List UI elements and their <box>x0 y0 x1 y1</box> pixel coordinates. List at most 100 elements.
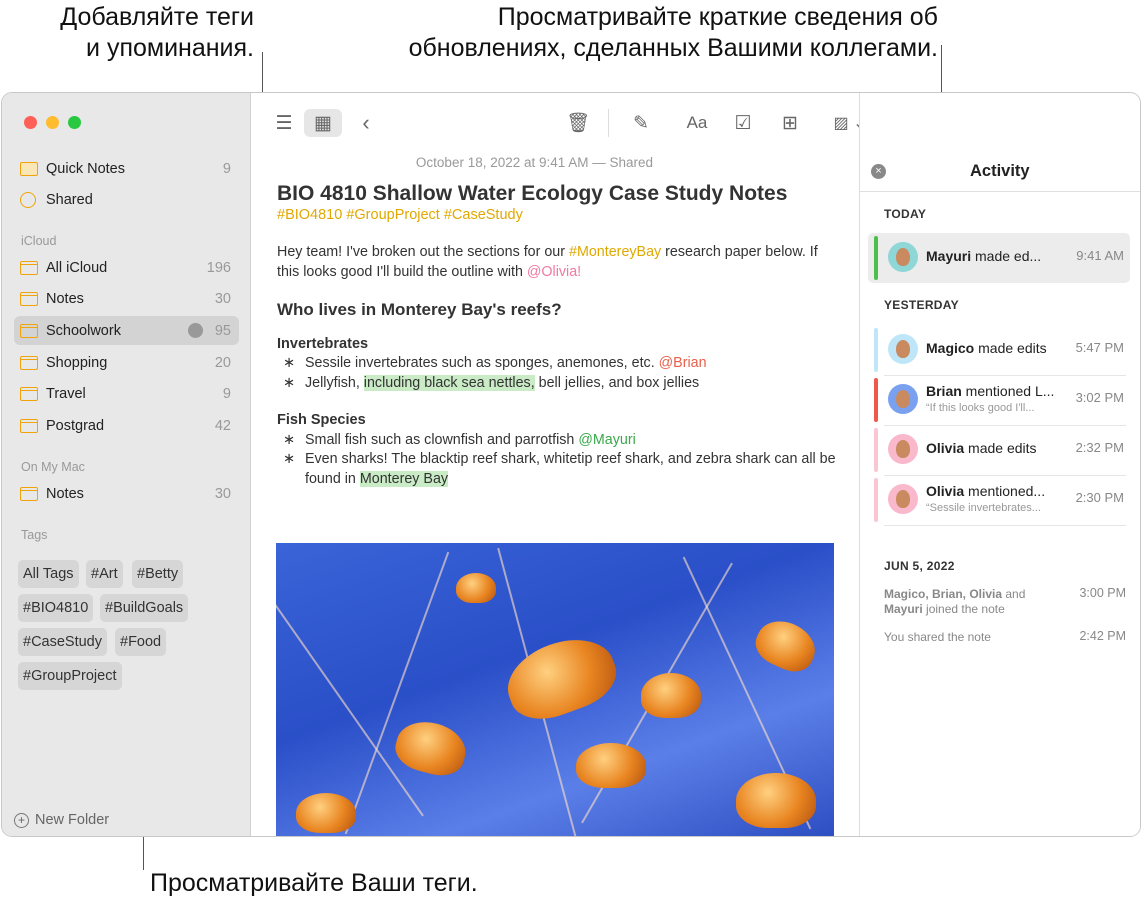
section-header-icloud: iCloud <box>21 234 57 248</box>
activity-joined: Magico, Brian, Olivia and Mayuri joined t… <box>884 587 1026 616</box>
sidebar-item-label: Schoolwork <box>46 322 121 339</box>
callout-browse-tags: Просматривайте Ваши теги. <box>150 869 478 897</box>
list-item: Jellyfish, including black sea nettles, … <box>283 374 842 394</box>
minimize-window-button[interactable] <box>46 116 59 129</box>
avatar <box>888 484 918 514</box>
tag-groupproject[interactable]: #GroupProject <box>18 662 122 690</box>
highlighted-text: including black sea nettles, <box>363 374 535 391</box>
activity-time: 3:00 PM <box>1079 586 1126 600</box>
folder-icon <box>20 418 38 433</box>
shared-folder-icon <box>188 323 203 338</box>
sidebar-item-quick-notes[interactable]: Quick Notes 9 <box>14 154 239 183</box>
activity-item[interactable]: Olivia mentioned... “Sessile invertebrat… <box>868 475 1130 525</box>
activity-text: Olivia made edits <box>926 440 1037 456</box>
list-item: Even sharks! The blacktip reef shark, wh… <box>283 450 842 489</box>
new-folder-button[interactable]: + New Folder <box>14 812 109 828</box>
item-count: 95 <box>214 322 231 339</box>
plus-circle-icon: + <box>14 812 29 828</box>
close-activity-icon[interactable]: × <box>871 164 886 179</box>
item-count: 30 <box>214 290 231 307</box>
inline-tag[interactable]: #MontereyBay <box>569 244 661 260</box>
new-folder-label: New Folder <box>35 812 110 828</box>
sidebar-item-shared[interactable]: Shared <box>14 185 239 214</box>
activity-item[interactable]: Mayuri made ed... 9:41 AM <box>868 233 1130 283</box>
item-count: 9 <box>222 385 231 402</box>
sidebar-item-label: Travel <box>46 385 86 402</box>
item-count: 42 <box>214 417 231 434</box>
activity-text: Brian mentioned L... <box>926 383 1055 399</box>
sidebar-item-label: Notes <box>46 290 84 307</box>
tag-betty[interactable]: #Betty <box>132 560 184 588</box>
sidebar-item-label: Postgrad <box>46 417 105 434</box>
activity-title: Activity <box>970 162 1030 180</box>
tag-casestudy[interactable]: #CaseStudy <box>18 628 107 656</box>
folder-icon <box>20 260 38 275</box>
note-meta: October 18, 2022 at 9:41 AM — Shared <box>415 155 654 170</box>
section-jun-5: JUN 5, 2022 <box>884 559 955 573</box>
activity-time: 2:32 PM <box>1075 440 1124 455</box>
folder-icon <box>20 355 38 370</box>
avatar <box>888 384 918 414</box>
activity-time: 5:47 PM <box>1075 340 1124 355</box>
activity-time: 3:02 PM <box>1075 390 1124 405</box>
sidebar-item-label: All iCloud <box>46 259 108 276</box>
sidebar-item-label: Quick Notes <box>46 160 125 177</box>
tag-food[interactable]: #Food <box>115 628 167 656</box>
activity-text: Magico made edits <box>926 340 1047 356</box>
folder-icon <box>20 291 38 306</box>
activity-color-bar <box>874 478 878 522</box>
sidebar-item-shopping[interactable]: Shopping 20 <box>14 348 239 377</box>
sidebar-item-schoolwork[interactable]: Schoolwork 95 <box>14 316 239 345</box>
sidebar-item-notes[interactable]: Notes 30 <box>14 284 239 313</box>
tag-bio4810[interactable]: #BIO4810 <box>18 594 94 622</box>
activity-text: Olivia mentioned... <box>926 483 1046 499</box>
sidebar-item-mac-notes[interactable]: Notes 30 <box>14 479 239 508</box>
note-title: BIO 4810 Shallow Water Ecology Case Stud… <box>277 181 788 205</box>
activity-item[interactable]: Olivia made edits 2:32 PM <box>868 425 1130 475</box>
highlighted-text: Monterey Bay <box>359 470 449 487</box>
section-yesterday: YESTERDAY <box>884 298 959 312</box>
section-header-on-my-mac: On My Mac <box>21 460 85 474</box>
quick-notes-icon <box>20 161 38 176</box>
folder-icon <box>20 386 38 401</box>
activity-item[interactable]: Brian mentioned L... “If this looks good… <box>868 375 1130 425</box>
list-item: Sessile invertebrates such as sponges, a… <box>283 354 842 374</box>
tag-art[interactable]: #Art <box>86 560 123 588</box>
jellyfish-photo <box>276 543 834 836</box>
close-window-button[interactable] <box>24 116 37 129</box>
activity-color-bar <box>874 236 878 280</box>
zoom-window-button[interactable] <box>68 116 81 129</box>
window-controls <box>24 116 81 129</box>
folder-icon <box>20 323 38 338</box>
item-count: 30 <box>214 485 231 502</box>
avatar <box>888 242 918 272</box>
sidebar-item-label: Shopping <box>46 354 108 371</box>
note-tags[interactable]: #BIO4810 #GroupProject #CaseStudy <box>277 206 842 226</box>
activity-time: 2:30 PM <box>1075 490 1124 505</box>
mention-olivia[interactable]: @Olivia! <box>527 264 581 280</box>
note-heading: Who lives in Monterey Bay's reefs? <box>277 300 562 319</box>
activity-time: 2:42 PM <box>1079 629 1126 643</box>
tag-all-tags[interactable]: All Tags <box>18 560 79 588</box>
activity-item[interactable]: Magico made edits 5:47 PM <box>868 325 1130 375</box>
sidebar-item-postgrad[interactable]: Postgrad 42 <box>14 411 239 440</box>
mention-mayuri[interactable]: @Mayuri <box>578 432 635 448</box>
activity-snippet: “Sessile invertebrates... <box>926 502 1041 514</box>
mention-brian[interactable]: @Brian <box>659 355 707 371</box>
avatar <box>888 434 918 464</box>
activity-header: × Activity <box>860 151 1140 192</box>
sidebar-item-label: Shared <box>46 191 93 208</box>
sidebar-item-travel[interactable]: Travel 9 <box>14 379 239 408</box>
notes-window: Quick Notes 9 Shared iCloud All iCloud 196… <box>1 92 1141 837</box>
note-intro: Hey team! I've broken out the sections f… <box>277 244 818 280</box>
activity-color-bar <box>874 378 878 422</box>
note-editor[interactable]: October 18, 2022 at 9:41 AM — Shared BIO… <box>252 93 859 836</box>
sidebar-item-all-icloud[interactable]: All iCloud 196 <box>14 253 239 282</box>
tag-buildgoals[interactable]: #BuildGoals <box>100 594 189 622</box>
section-today: TODAY <box>884 207 927 221</box>
activity-color-bar <box>874 328 878 372</box>
shared-person-icon <box>20 191 36 208</box>
sidebar-item-label: Notes <box>46 485 84 502</box>
activity-shared: You shared the note <box>884 630 991 644</box>
folder-icon <box>20 486 38 501</box>
